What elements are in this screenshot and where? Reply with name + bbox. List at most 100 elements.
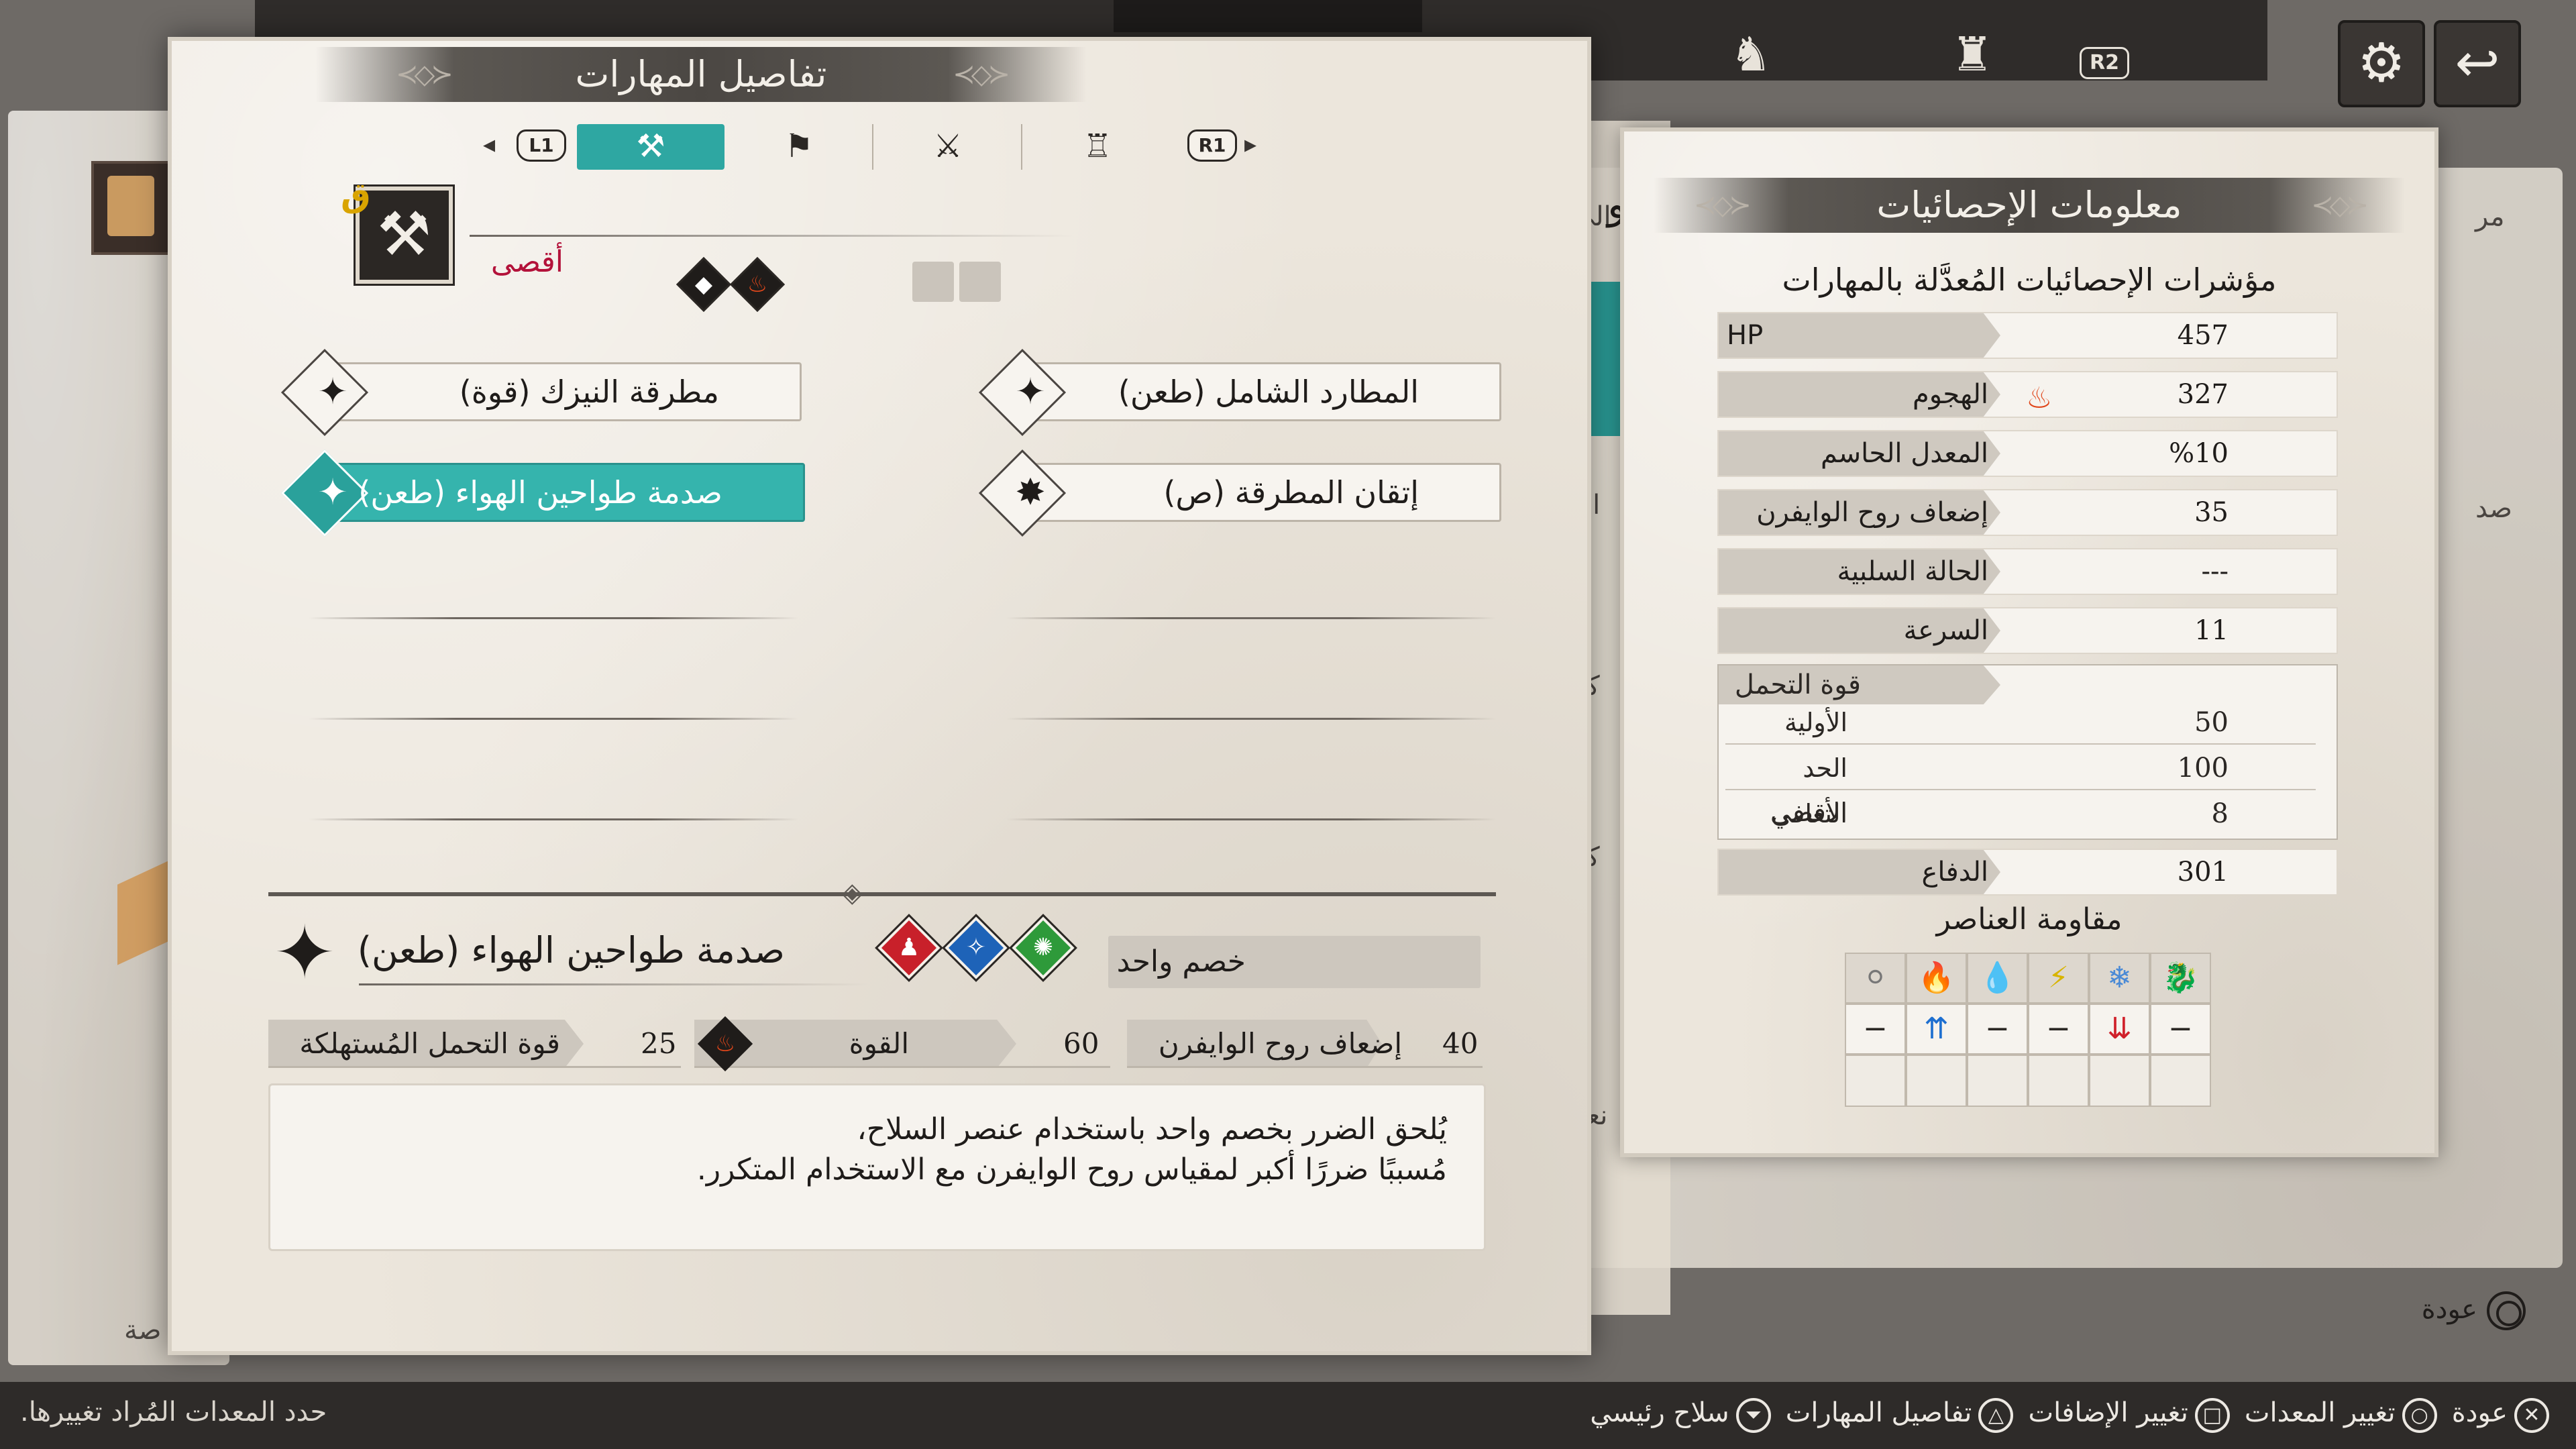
weapon-grade-mark: ق bbox=[341, 176, 371, 215]
stamina-recovery-row: التعافي 8 bbox=[1725, 792, 2316, 836]
hammer-mastery-icon: ✸ bbox=[1015, 471, 1046, 513]
windmill-strike-icon: ✦ bbox=[317, 471, 348, 513]
empty-skill-slot bbox=[1006, 718, 1496, 720]
resist-empty bbox=[1845, 1055, 1906, 1107]
stamina-initial-row: الأولية 50 bbox=[1725, 700, 2316, 745]
r1-button[interactable]: R1 bbox=[1187, 129, 1237, 162]
tab-armor[interactable]: ♖ bbox=[1024, 124, 1171, 170]
r2-button-hint: R2 bbox=[2080, 47, 2129, 79]
skill-meteor-hammer[interactable]: ✦ مطرقة النيزك (قوة) bbox=[280, 348, 802, 437]
banner-ornament-left: ≺◇≻ bbox=[396, 59, 453, 90]
resist-value-down: ⇊ bbox=[2089, 1004, 2150, 1055]
stat-row-wyvern-soul: إضعاف روح الوايفرن 35 bbox=[1717, 489, 2338, 536]
skill-description: يُلحق الضرر بخصم واحد باستخدام عنصر السل… bbox=[268, 1083, 1486, 1251]
stat-name: السرعة bbox=[1903, 615, 1988, 646]
stat-value: 8 bbox=[2211, 798, 2229, 829]
stat-label: القوة bbox=[849, 1027, 909, 1060]
square-button-icon: □ bbox=[2194, 1397, 2230, 1433]
stat-row-speed: السرعة 11 bbox=[1717, 607, 2338, 654]
banner-ornament-right: ≺◇≻ bbox=[2311, 190, 2369, 221]
stat-name: الدفاع bbox=[1921, 857, 1988, 888]
stat-name: HP bbox=[1727, 320, 1764, 351]
settings-gear-icon[interactable]: ⚙ bbox=[2338, 20, 2425, 107]
tab-left-arrow-icon[interactable]: ◂ bbox=[483, 131, 495, 158]
banner-ornament-left: ≺◇≻ bbox=[1694, 190, 1752, 221]
empty-skill-slot bbox=[309, 718, 798, 720]
water-icon: 💧 bbox=[1967, 953, 2028, 1004]
action-label: تغيير الإضافات bbox=[2028, 1397, 2188, 1428]
action-change-equipment[interactable]: ○تغيير المعدات bbox=[2245, 1397, 2437, 1433]
resist-empty bbox=[2028, 1055, 2089, 1107]
stat-value: 50 bbox=[2194, 707, 2229, 738]
skill-hammer-mastery[interactable]: ✸ إتقان المطرقة (ص) bbox=[978, 449, 1501, 537]
tab-hammer-alt[interactable]: ⚑ bbox=[726, 124, 873, 170]
divider-ornament: ◈ bbox=[842, 877, 863, 908]
stat-name: المعدل الحاسم bbox=[1821, 438, 1988, 469]
background-top-strip bbox=[1114, 0, 1422, 32]
description-line: يُلحق الضرر بخصم واحد باستخدام عنصر السل… bbox=[857, 1112, 1447, 1146]
resist-value: − bbox=[2028, 1004, 2089, 1055]
triangle-button-icon: △ bbox=[1978, 1397, 2014, 1433]
empty-skill-slot bbox=[309, 818, 798, 820]
skill-label: صدمة طواحين الهواء (طعن) bbox=[358, 474, 722, 511]
cross-button-icon: ✕ bbox=[2514, 1397, 2549, 1433]
dragon-icon: 🐉 bbox=[2150, 953, 2211, 1004]
empty-skill-slot bbox=[1006, 617, 1496, 619]
character-portrait-face bbox=[107, 176, 154, 236]
thunder-icon: ⚡ bbox=[2028, 953, 2089, 1004]
l1-button[interactable]: L1 bbox=[517, 129, 566, 162]
resist-value: − bbox=[1967, 1004, 2028, 1055]
action-label: تغيير المعدات bbox=[2244, 1397, 2396, 1428]
meteor-strike-icon: ✦ bbox=[317, 370, 348, 413]
resist-value-up: ⇈ bbox=[1906, 1004, 1967, 1055]
resist-value: − bbox=[2150, 1004, 2211, 1055]
action-skill-details[interactable]: △تفاصيل المهارات bbox=[1786, 1397, 2014, 1433]
weapon-name-underline bbox=[470, 235, 1073, 237]
wyvern-soul-stat: إضعاف روح الوايفرن 40 bbox=[1127, 1020, 1483, 1068]
weapon-rarity: أقصى bbox=[490, 245, 564, 279]
stats-info-title: ≺◇≻ معلومات الإحصائيات ≺◇≻ bbox=[1654, 178, 2405, 233]
dpad-down-icon: ⏷ bbox=[1735, 1397, 1771, 1433]
armor-icon: ♖ bbox=[1083, 127, 1112, 165]
stat-value: 301 bbox=[2177, 857, 2229, 888]
skill-windmill-shock[interactable]: ✦ صدمة طواحين الهواء (طعن) bbox=[280, 449, 805, 537]
tab-sword[interactable]: ⚔ bbox=[875, 124, 1022, 170]
empty-skill-slot bbox=[309, 617, 798, 619]
resist-empty bbox=[2089, 1055, 2150, 1107]
modified-stats-heading: مؤشرات الإحصائيات المُعدَّلة بالمهارات bbox=[1782, 262, 2277, 298]
background-partial-label: صة bbox=[124, 1315, 162, 1346]
stat-value: 457 bbox=[2177, 320, 2229, 351]
stamina-max-row: الحد الأقصى 100 bbox=[1725, 746, 2316, 827]
resist-icon-row: ⚪ 🔥 💧 ⚡ ❄ 🐉 bbox=[1845, 953, 2211, 1004]
hammer-alt-icon: ⚑ bbox=[784, 127, 814, 165]
action-change-addons[interactable]: □تغيير الإضافات bbox=[2028, 1397, 2230, 1433]
selected-skill-underline bbox=[359, 983, 869, 985]
sword-icon: ⚔ bbox=[933, 127, 963, 165]
element-resistance-heading: مقاومة العناصر bbox=[1936, 902, 2123, 936]
fortress-icon[interactable]: ♜ bbox=[1939, 27, 2006, 94]
background-partial-label: مر bbox=[2475, 201, 2505, 232]
description-line: مُسببًا ضررًا أكبر لمقياس روح الوايفرن م… bbox=[696, 1152, 1447, 1187]
stat-value: 35 bbox=[2194, 497, 2229, 528]
fire-icon: 🔥 bbox=[1906, 953, 1967, 1004]
action-main-weapon[interactable]: ⏷سلاح رئيسي bbox=[1590, 1397, 1771, 1433]
tab-right-arrow-icon[interactable]: ▸ bbox=[1244, 131, 1256, 158]
panel-back-button[interactable]: عودة bbox=[2422, 1291, 2526, 1330]
stat-value: 40 bbox=[1442, 1027, 1479, 1060]
fire-element-icon: ♨ bbox=[2026, 381, 2053, 415]
element-resistance-table: ⚪ 🔥 💧 ⚡ ❄ 🐉 − ⇈ − − ⇊ − bbox=[1845, 953, 2211, 1107]
action-back[interactable]: ✕عودة bbox=[2452, 1397, 2549, 1433]
selected-skill-title: صدمة طواحين الهواء (طعن) bbox=[357, 929, 785, 971]
skill-sweeping-chaser[interactable]: ✦ المطارد الشامل (طعن) bbox=[978, 348, 1501, 437]
hammer-icon: ⚒ bbox=[636, 127, 665, 165]
resist-empty bbox=[2150, 1055, 2211, 1107]
detail-divider bbox=[268, 892, 1496, 896]
return-icon[interactable]: ↩ bbox=[2434, 20, 2521, 107]
tab-hammer[interactable]: ⚒ bbox=[577, 124, 724, 170]
player-icon[interactable]: ♞ bbox=[1717, 27, 1784, 94]
stat-row-hp: HP 457 bbox=[1717, 312, 2338, 359]
skill-label: المطارد الشامل (طعن) bbox=[1118, 374, 1419, 410]
resist-empty bbox=[1906, 1055, 1967, 1107]
stat-name: الأولية bbox=[1784, 708, 1847, 737]
ice-icon: ❄ bbox=[2089, 953, 2150, 1004]
